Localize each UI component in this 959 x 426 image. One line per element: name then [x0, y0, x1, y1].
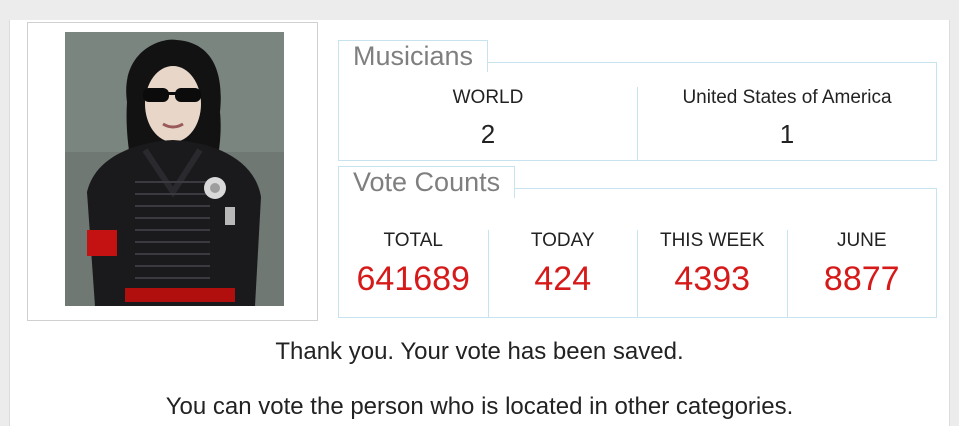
vote-total-label: TOTAL [383, 230, 443, 251]
vote-today-label: TODAY [530, 230, 595, 251]
rank-country-value: 1 [779, 119, 795, 149]
rank-country: United States of America 1 [637, 87, 936, 161]
vote-month: JUNE 8877 [786, 230, 937, 318]
other-categories-message: You can vote the person who is located i… [165, 393, 794, 420]
artist-photo [65, 32, 284, 306]
vote-week-value: 4393 [674, 260, 751, 298]
artist-photo-frame [27, 22, 318, 321]
vote-week: THIS WEEK 4393 [637, 230, 787, 318]
musicians-box: Musicians WORLD 2 United States of Ameri… [338, 40, 937, 161]
vote-month-label: JUNE [836, 230, 887, 251]
vote-counts-box: Vote Counts TOTAL 641689 TODAY 424 THIS … [338, 166, 937, 318]
vote-month-value: 8877 [823, 260, 900, 298]
vote-saved-message: Thank you. Your vote has been saved. [275, 338, 684, 365]
vote-today-value: 424 [534, 260, 592, 298]
rank-world-value: 2 [480, 119, 496, 149]
vote-week-label: THIS WEEK [659, 230, 765, 251]
rank-world: WORLD 2 [339, 87, 637, 161]
vote-total-value: 641689 [356, 260, 470, 298]
vote-today: TODAY 424 [487, 230, 638, 318]
rank-world-label: WORLD [452, 87, 524, 108]
musicians-title: Musicians [338, 40, 489, 72]
rank-country-label: United States of America [682, 87, 892, 108]
top-bar [0, 0, 959, 20]
vote-total: TOTAL 641689 [339, 230, 488, 318]
vote-counts-title: Vote Counts [338, 166, 516, 198]
